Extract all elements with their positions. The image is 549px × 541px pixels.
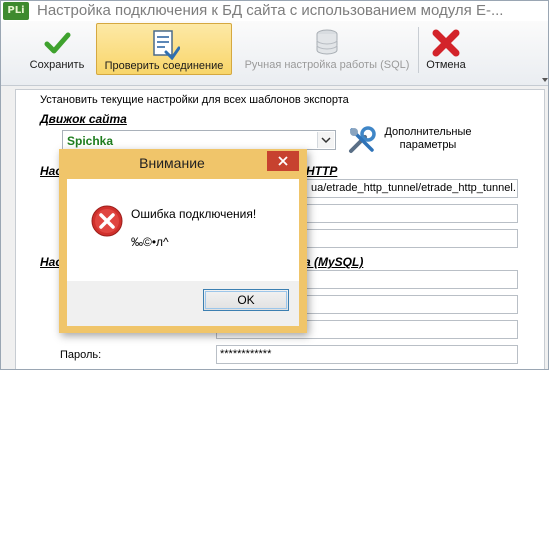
apply-all-hint: Установить текущие настройки для всех ша… xyxy=(40,94,349,106)
document-check-icon xyxy=(153,30,180,60)
password-field[interactable]: ************ xyxy=(216,345,518,364)
chevron-down-icon[interactable] xyxy=(317,132,334,148)
cancel-label: Отмена xyxy=(426,59,466,71)
ribbon-toolbar: Сохранить Проверить соединение Ручная на… xyxy=(1,21,548,86)
error-icon xyxy=(91,205,123,237)
http-section-title-end: HTTP xyxy=(306,164,338,178)
toolbar-separator xyxy=(418,27,419,73)
additional-params-label: Дополнительные параметры xyxy=(384,126,472,151)
dialog-body: Ошибка подключения! ‰©•л^ xyxy=(67,179,299,281)
cancel-icon xyxy=(432,29,460,57)
dialog-title-bar[interactable]: Внимание xyxy=(59,149,307,177)
manual-sql-button[interactable]: Ручная настройка работы (SQL) xyxy=(239,23,415,75)
engine-select[interactable]: Spichka xyxy=(62,130,336,150)
mysql-section-title-end: а (MySQL) xyxy=(304,255,364,269)
manual-sql-label: Ручная настройка работы (SQL) xyxy=(244,59,410,71)
window-title: Настройка подключения к БД сайта с испол… xyxy=(37,2,504,19)
engine-section-title: Движок сайта xyxy=(40,112,127,126)
http-field-3[interactable] xyxy=(296,229,518,248)
dialog-footer: OK xyxy=(67,281,299,326)
database-icon xyxy=(316,29,338,55)
dialog-close-button[interactable] xyxy=(267,151,299,171)
warning-dialog: Внимание Ошибка подключения! ‰©•л^ OK xyxy=(59,149,307,333)
additional-params-button[interactable]: Дополнительные параметры xyxy=(346,124,476,156)
checkmark-icon xyxy=(44,32,71,54)
dialog-title: Внимание xyxy=(139,155,205,171)
http-field-2[interactable] xyxy=(296,204,518,223)
app-icon: PLi xyxy=(3,2,29,20)
engine-value: Spichka xyxy=(67,134,114,148)
ok-button[interactable]: OK xyxy=(203,289,289,311)
cancel-button[interactable]: Отмена xyxy=(421,23,471,75)
close-icon xyxy=(278,156,288,166)
password-label: Пароль: xyxy=(60,349,102,361)
tools-icon xyxy=(349,126,376,153)
save-button[interactable]: Сохранить xyxy=(21,23,93,75)
check-connection-label: Проверить соединение xyxy=(104,60,224,72)
check-connection-button[interactable]: Проверить соединение xyxy=(96,23,232,75)
expand-icon[interactable] xyxy=(542,77,548,83)
title-bar[interactable]: PLi Настройка подключения к БД сайта с и… xyxy=(1,1,548,21)
error-message: Ошибка подключения! xyxy=(131,207,257,221)
error-detail: ‰©•л^ xyxy=(131,235,169,249)
main-window: PLi Настройка подключения к БД сайта с и… xyxy=(0,0,549,370)
http-tunnel-url-field[interactable]: ua/etrade_http_tunnel/etrade_http_tunnel… xyxy=(296,179,518,198)
save-label: Сохранить xyxy=(29,59,85,71)
